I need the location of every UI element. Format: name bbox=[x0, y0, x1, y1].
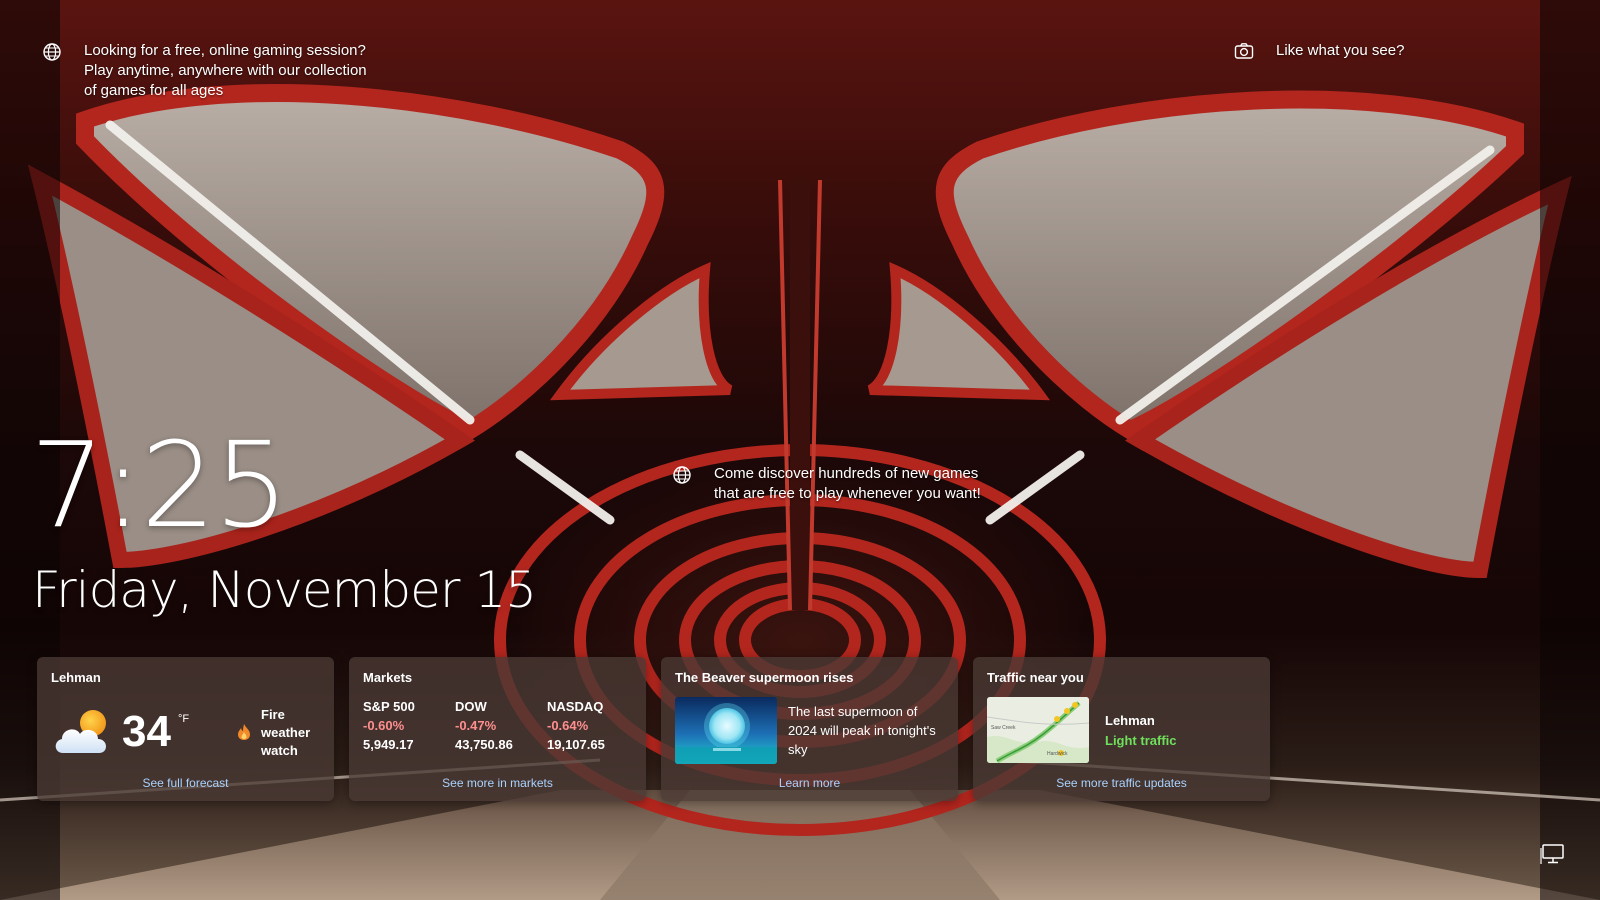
weather-alert: Fire weather watch bbox=[261, 707, 311, 758]
market-name: S&P 500 bbox=[363, 699, 415, 714]
spotlight-tip-top[interactable]: Looking for a free, online gaming sessio… bbox=[84, 41, 374, 101]
lock-screen[interactable]: Looking for a free, online gaming sessio… bbox=[0, 0, 1600, 900]
market-name: DOW bbox=[455, 699, 487, 714]
lock-date: Friday, November 15 bbox=[32, 561, 537, 619]
map-label: Saw Creek bbox=[991, 725, 1016, 731]
market-item: S&P 500 -0.60% 5,949.17 bbox=[363, 697, 453, 754]
markets-widget[interactable]: Markets S&P 500 -0.60% 5,949.17 DOW -0.4… bbox=[349, 657, 646, 801]
spotlight-tip-center[interactable]: Come discover hundreds of new games that… bbox=[714, 464, 994, 504]
market-change: -0.64% bbox=[547, 718, 589, 733]
globe-icon[interactable] bbox=[41, 41, 63, 63]
network-icon[interactable] bbox=[1540, 843, 1566, 865]
markets-title: Markets bbox=[363, 670, 413, 685]
traffic-widget[interactable]: Traffic near you Saw Creek Hardwick Lehm… bbox=[973, 657, 1270, 801]
news-widget[interactable]: The Beaver supermoon rises The last supe… bbox=[661, 657, 958, 801]
market-item: NASDAQ -0.64% 19,107.65 bbox=[547, 697, 637, 754]
weather-widget[interactable]: Lehman 34 °F Fire weather watch See full… bbox=[37, 657, 334, 801]
camera-icon[interactable] bbox=[1233, 40, 1255, 62]
learn-more-link[interactable]: Learn more bbox=[661, 776, 958, 790]
see-more-in-markets-link[interactable]: See more in markets bbox=[349, 776, 646, 790]
traffic-title: Traffic near you bbox=[987, 670, 1084, 685]
traffic-status: Light traffic bbox=[1105, 733, 1177, 748]
globe-icon[interactable] bbox=[671, 464, 693, 486]
market-value: 19,107.65 bbox=[547, 737, 605, 752]
news-thumbnail bbox=[675, 697, 777, 764]
map-label: Hardwick bbox=[1047, 751, 1068, 757]
market-change: -0.47% bbox=[455, 718, 497, 733]
traffic-location: Lehman bbox=[1105, 713, 1155, 728]
like-what-you-see-link[interactable]: Like what you see? bbox=[1276, 41, 1404, 61]
market-value: 5,949.17 bbox=[363, 737, 414, 752]
market-name: NASDAQ bbox=[547, 699, 604, 714]
market-value: 43,750.86 bbox=[455, 737, 513, 752]
lock-clock: 7:25 bbox=[30, 416, 289, 554]
partly-cloudy-icon bbox=[51, 707, 113, 759]
weather-unit: °F bbox=[178, 713, 190, 725]
news-headline: The Beaver supermoon rises bbox=[675, 670, 854, 685]
weather-temperature: 34 bbox=[122, 707, 171, 756]
see-more-traffic-updates-link[interactable]: See more traffic updates bbox=[973, 776, 1270, 790]
see-full-forecast-link[interactable]: See full forecast bbox=[37, 776, 334, 790]
fire-icon bbox=[237, 723, 251, 741]
market-change: -0.60% bbox=[363, 718, 405, 733]
weather-location: Lehman bbox=[51, 670, 101, 685]
news-summary: The last supermoon of 2024 will peak in … bbox=[788, 704, 936, 757]
traffic-map: Saw Creek Hardwick bbox=[987, 697, 1089, 763]
market-item: DOW -0.47% 43,750.86 bbox=[455, 697, 545, 754]
